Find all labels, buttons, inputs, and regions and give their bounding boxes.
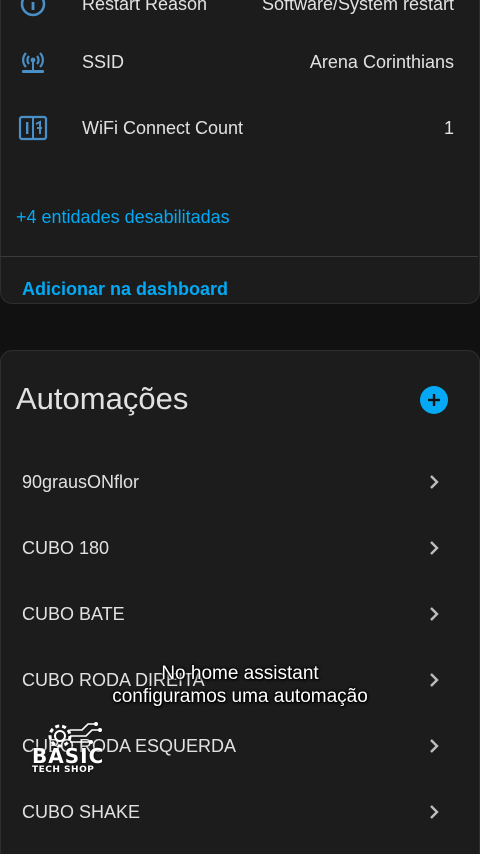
counter-icon bbox=[18, 113, 48, 143]
entity-row-restart-reason[interactable]: Restart Reason Software/System restart bbox=[0, 0, 478, 24]
automation-label: 90grausONflor bbox=[22, 472, 140, 492]
add-to-dashboard-button[interactable]: Adicionar na dashboard bbox=[22, 279, 228, 300]
chevron-right-icon bbox=[430, 541, 439, 555]
page: Restart Reason Software/System restart S… bbox=[0, 0, 480, 854]
divider bbox=[0, 256, 478, 257]
automations-title: Automações bbox=[16, 381, 189, 416]
chevron-right-icon bbox=[430, 607, 439, 621]
entity-row-wifi-connect-count[interactable]: WiFi Connect Count 1 bbox=[0, 108, 478, 148]
entity-value: Software/System restart bbox=[261, 0, 454, 14]
entity-name: SSID bbox=[82, 51, 125, 72]
watermark-sub: TECH SHOP bbox=[32, 765, 95, 775]
automation-item[interactable]: CUBO BATE bbox=[0, 592, 478, 636]
entity-row-ssid[interactable]: SSID Arena Corinthians bbox=[0, 42, 478, 82]
entity-value: Arena Corinthians bbox=[309, 51, 454, 72]
plus-circle-icon bbox=[428, 394, 440, 406]
entity-value: 1 bbox=[443, 117, 454, 138]
entity-name: WiFi Connect Count bbox=[82, 117, 244, 138]
chevron-right-icon bbox=[430, 739, 439, 753]
watermark-logo: BASIC TECH SHOP bbox=[28, 718, 118, 778]
chevron-right-icon bbox=[430, 475, 439, 489]
disabled-entities-link[interactable]: +4 entidades desabilitadas bbox=[16, 207, 230, 228]
video-caption-line-2: configuramos uma automação bbox=[112, 686, 368, 707]
info-icon bbox=[18, 0, 48, 19]
wifi-antenna-icon bbox=[18, 47, 48, 77]
add-automation-button[interactable] bbox=[420, 386, 448, 414]
automation-label: CUBO BATE bbox=[22, 604, 125, 624]
video-caption-line-1: No home assistant bbox=[161, 663, 319, 684]
automation-item[interactable]: 90grausONflor bbox=[0, 460, 478, 504]
entity-name: Restart Reason bbox=[82, 0, 208, 14]
automation-item[interactable]: CUBO SHAKE bbox=[0, 790, 478, 834]
automation-label: CUBO SHAKE bbox=[22, 802, 141, 822]
chevron-right-icon bbox=[430, 805, 439, 819]
automation-label: CUBO 180 bbox=[22, 538, 110, 558]
automation-item[interactable]: CUBO 180 bbox=[0, 526, 478, 570]
